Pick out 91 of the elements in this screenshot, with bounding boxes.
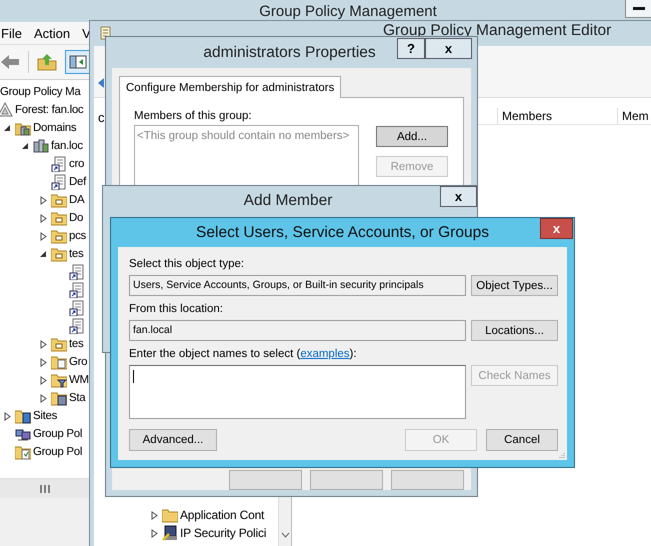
tree-item[interactable]: Group Pol [33, 444, 82, 460]
minimize-icon [633, 6, 645, 10]
tree-item[interactable]: Group Pol [33, 426, 82, 442]
close-button[interactable]: x [440, 186, 477, 207]
list-placeholder: <This group should contain no members> [137, 130, 350, 142]
dialog-button[interactable]: Add... [376, 126, 448, 147]
linked-document-icon [69, 318, 85, 334]
folder-icon [51, 246, 67, 262]
folder-icon [51, 210, 67, 226]
collapse-icon[interactable] [21, 142, 30, 150]
tree-item[interactable]: Domains [33, 120, 76, 136]
tree-item[interactable]: Forest: fan.loc [15, 102, 84, 118]
location-field: fan.local [129, 320, 466, 341]
expand-icon[interactable] [39, 394, 48, 402]
triangle-icon [0, 102, 13, 118]
tree-item[interactable]: WM [69, 372, 89, 388]
tree-item[interactable]: tes [69, 246, 84, 262]
minimize-button[interactable] [625, 0, 651, 18]
folder-icon [51, 192, 67, 208]
collapse-icon[interactable] [3, 124, 12, 132]
expand-icon[interactable] [150, 510, 159, 520]
tree-item[interactable]: Gro [69, 354, 88, 370]
close-button[interactable]: x [540, 218, 573, 239]
folder-icon [51, 228, 67, 244]
computer-icon [162, 525, 178, 541]
folder-icon [51, 390, 67, 406]
tree-item[interactable]: cro [69, 156, 84, 172]
folder-icon [15, 444, 31, 460]
menu-item[interactable]: File [1, 26, 22, 40]
field-label: From this location: [129, 303, 224, 317]
tree-item[interactable]: fan.loc [51, 138, 83, 154]
tree-item[interactable]: c [98, 110, 104, 125]
linked-document-icon [51, 174, 67, 190]
locations-button[interactable]: Locations... [471, 320, 558, 341]
close-button[interactable]: x [425, 38, 472, 59]
folder-up-icon[interactable] [37, 53, 57, 71]
object-types-button[interactable]: Object Types... [471, 275, 558, 296]
expand-icon[interactable] [39, 340, 48, 348]
tab[interactable]: Configure Membership for administrators [119, 76, 342, 98]
field-label: Select this object type: [129, 258, 246, 272]
tree-item[interactable]: Do [69, 210, 84, 226]
tree-item[interactable]: Group Policy Ma [0, 84, 81, 100]
server-icon [33, 138, 49, 154]
help-button[interactable]: ? [397, 38, 425, 59]
object-type-field: Users, Service Accounts, Groups, or Built-in security principals [129, 275, 466, 296]
tree-item[interactable]: tes [69, 336, 84, 352]
linked-document-icon [69, 264, 85, 280]
dialog-title: Add Member [244, 192, 332, 210]
text-cursor [133, 370, 134, 383]
expand-icon[interactable] [39, 358, 48, 366]
tree-toggle-icon[interactable] [65, 50, 91, 74]
scroll-grip-icon [40, 484, 50, 492]
tree-item[interactable]: Application Cont [180, 507, 264, 523]
back-arrow-icon[interactable] [97, 78, 105, 88]
tree-item[interactable]: IP Security Polici [180, 525, 266, 541]
collapse-icon[interactable] [39, 250, 48, 258]
tree-item[interactable]: DA [69, 192, 84, 208]
expand-icon[interactable] [39, 214, 48, 222]
window-title: Group Policy Management [259, 2, 437, 20]
expand-icon[interactable] [150, 528, 159, 538]
expand-icon[interactable] [39, 376, 48, 384]
folder-icon [162, 507, 178, 523]
resize-grip-icon [559, 452, 565, 458]
dialog-title: Select Users, Service Accounts, or Groups [196, 224, 489, 242]
horizontal-scrollbar[interactable] [0, 478, 89, 498]
examples-link[interactable]: examples [300, 348, 350, 360]
field-label: Enter the object names to select (examples): [129, 348, 358, 362]
folder-icon [51, 372, 67, 388]
folder-icon [51, 354, 67, 370]
object-names-input[interactable] [129, 365, 466, 419]
column-header[interactable]: Mem [617, 108, 649, 124]
menu-item[interactable]: Action [34, 26, 70, 40]
linked-document-icon [69, 300, 85, 316]
back-arrow-icon[interactable] [0, 54, 20, 70]
tree-item[interactable]: Def [69, 174, 86, 190]
dialog-button[interactable]: Cancel [486, 429, 558, 451]
advanced-button[interactable]: Advanced... [129, 429, 217, 451]
expand-icon[interactable] [3, 412, 12, 420]
tree-item[interactable]: pcs [69, 228, 86, 244]
expand-icon[interactable] [39, 232, 48, 240]
tree-item[interactable]: Sta [69, 390, 86, 406]
linked-document-icon [51, 156, 67, 172]
window-title: Group Policy Management Editor [383, 22, 612, 40]
column-header[interactable]: Members [497, 108, 617, 124]
linked-document-icon [69, 282, 85, 298]
folder-icon [51, 336, 67, 352]
field-label: Members of this group: [134, 110, 253, 122]
expand-icon[interactable] [39, 196, 48, 204]
dialog-title: administrators Properties [203, 44, 376, 62]
tree-item[interactable]: Sites [33, 408, 58, 424]
folder-icon [15, 408, 31, 424]
